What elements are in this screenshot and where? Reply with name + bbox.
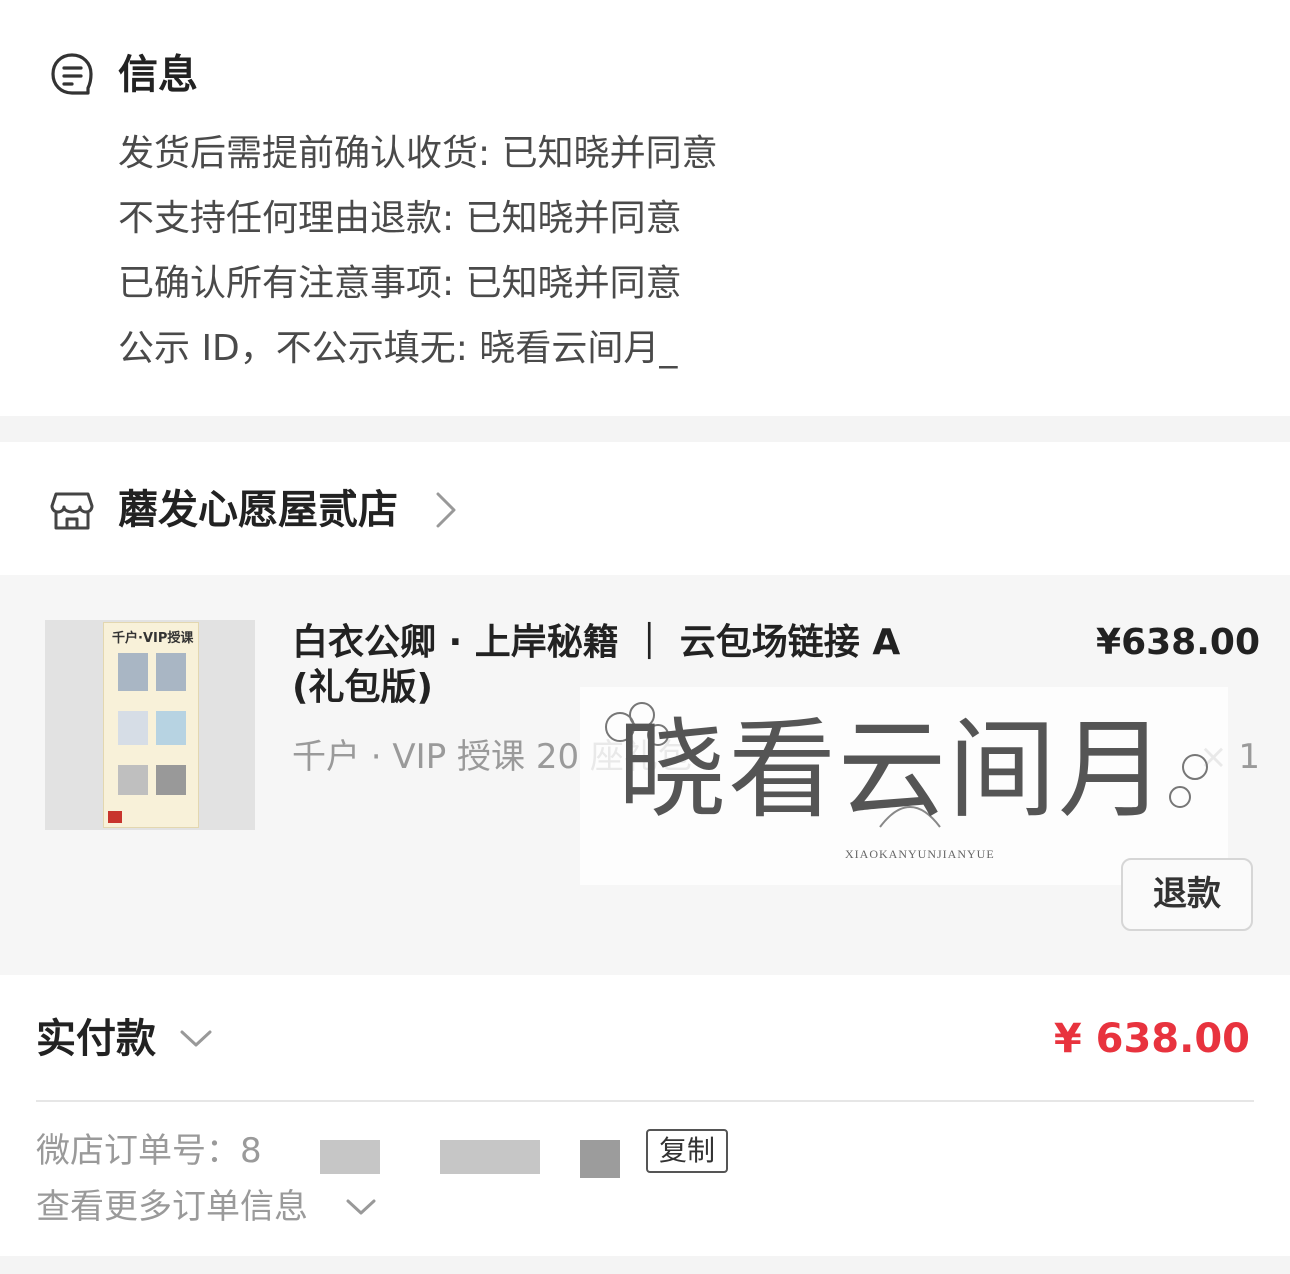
chevron-down-icon[interactable] — [178, 1026, 214, 1050]
section-gap — [0, 416, 1290, 442]
product-price: ¥638.00 — [1096, 622, 1260, 663]
order-number-label: 微店订单号：8 — [36, 1131, 262, 1171]
product-poster-image: 千户·VIP授课 — [103, 622, 199, 828]
info-line-public-id: 公示 ID，不公示填无: 晓看云间月_ — [118, 328, 678, 369]
order-number-redacted — [320, 1140, 380, 1174]
info-line-no-refund: 不支持任何理由退款: 已知晓并同意 — [118, 198, 682, 239]
product-card[interactable]: 千户·VIP授课 白衣公卿 · 上岸秘籍 ｜ 云包场链接 A (礼包版) ¥63… — [0, 575, 1290, 975]
info-section: 信息 发货后需提前确认收货: 已知晓并同意 不支持任何理由退款: 已知晓并同意 … — [0, 0, 1290, 416]
payment-label[interactable]: 实付款 — [36, 1014, 156, 1064]
more-order-info-link[interactable]: 查看更多订单信息 — [36, 1184, 308, 1230]
info-line-confirm-receipt: 发货后需提前确认收货: 已知晓并同意 — [118, 133, 718, 174]
poster-seal — [108, 811, 122, 823]
order-number-redacted — [440, 1140, 540, 1174]
store-icon — [50, 492, 94, 530]
payment-amount: ¥ 638.00 — [1053, 1016, 1250, 1062]
message-note-icon — [51, 53, 93, 95]
info-line-notice-confirmed: 已确认所有注意事项: 已知晓并同意 — [118, 263, 682, 304]
info-title: 信息 — [118, 52, 198, 98]
chevron-right-icon[interactable] — [432, 488, 460, 532]
refund-button[interactable]: 退款 — [1121, 858, 1253, 931]
shop-name-link[interactable]: 蘑发心愿屋贰店 — [118, 485, 398, 535]
bottom-gap — [0, 1256, 1290, 1274]
poster-text: 千户·VIP授课 — [112, 631, 194, 646]
chevron-down-icon[interactable] — [344, 1196, 378, 1218]
order-number-redacted — [580, 1140, 620, 1178]
watermark-subtext: XIAOKANYUNJIANYUE — [845, 847, 995, 861]
payment-divider — [36, 1100, 1254, 1102]
product-thumbnail[interactable]: 千户·VIP授课 — [45, 620, 255, 830]
copy-order-number-button[interactable]: 复制 — [646, 1129, 728, 1173]
watermark-overlay: 晓看云间月 XIAOKANYUNJIANYUE — [580, 687, 1228, 885]
watermark-text: 晓看云间月 — [618, 708, 1169, 833]
